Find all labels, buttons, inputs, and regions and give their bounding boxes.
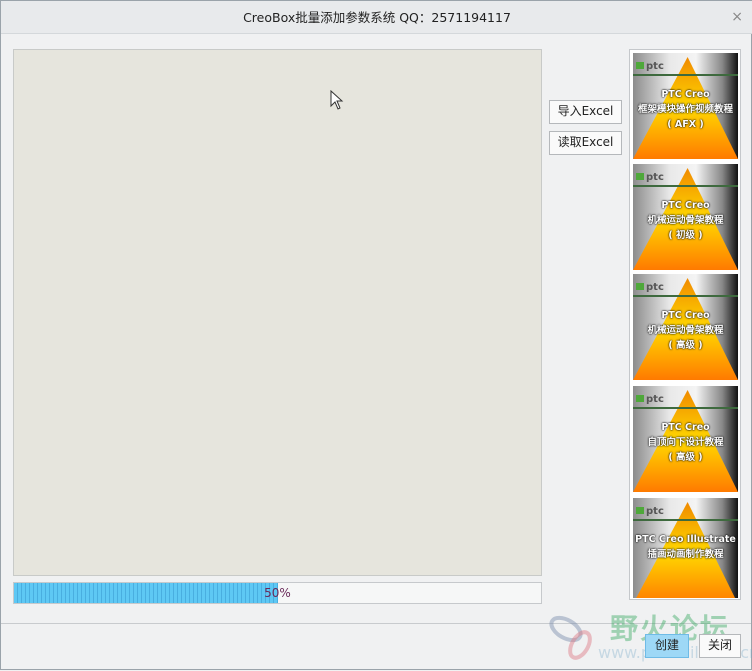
mouse-cursor-icon xyxy=(330,90,344,110)
ptc-logo: ptc xyxy=(636,172,664,183)
title-bar: CreoBox批量添加参数系统 QQ：2571194117 × xyxy=(1,1,752,34)
banner-line1: PTC Creo xyxy=(661,310,710,321)
tutorial-banner[interactable]: ptc PTC Creo 框架模块操作视频教程 ( AFX ) xyxy=(633,53,738,159)
import-excel-button[interactable]: 导入Excel xyxy=(549,100,622,124)
banner-line1: PTC Creo xyxy=(661,200,710,211)
read-excel-button[interactable]: 读取Excel xyxy=(549,131,622,155)
window-title: CreoBox批量添加参数系统 QQ：2571194117 xyxy=(243,10,511,25)
close-icon[interactable]: × xyxy=(731,1,743,34)
banner-line3: ( 初级 ) xyxy=(668,230,703,241)
tutorial-banner[interactable]: ptc PTC Creo 自顶向下设计教程 ( 高级 ) xyxy=(633,386,738,492)
tutorial-banner[interactable]: ptc PTC Creo 机械运动骨架教程 ( 初级 ) xyxy=(633,164,738,270)
ptc-logo: ptc xyxy=(636,282,664,293)
banner-line2: 机械运动骨架教程 xyxy=(647,215,724,226)
banner-line3: ( AFX ) xyxy=(667,119,704,130)
butterfly-logo-icon xyxy=(549,615,592,660)
progress-label: 50% xyxy=(264,586,291,600)
create-button[interactable]: 创建 xyxy=(645,634,689,658)
footer-divider xyxy=(1,623,751,624)
progress-bar: 50% xyxy=(13,582,542,604)
banner-line1: PTC Creo Illustrate xyxy=(635,534,736,545)
banner-line3: ( 高级 ) xyxy=(668,452,703,463)
tutorial-banner-list: ptc PTC Creo 框架模块操作视频教程 ( AFX ) ptc PTC … xyxy=(629,49,741,600)
tutorial-banner[interactable]: ptc PTC Creo Illustrate 插画动画制作教程 xyxy=(633,498,738,598)
tutorial-banner[interactable]: ptc PTC Creo 机械运动骨架教程 ( 高级 ) xyxy=(633,274,738,380)
ptc-logo: ptc xyxy=(636,394,664,405)
banner-line2: 插画动画制作教程 xyxy=(647,549,724,560)
banner-line1: PTC Creo xyxy=(661,422,710,433)
content-panel xyxy=(13,49,542,576)
ptc-logo: ptc xyxy=(636,506,664,517)
banner-line2: 框架模块操作视频教程 xyxy=(637,104,733,115)
banner-line2: 机械运动骨架教程 xyxy=(647,325,724,336)
close-button[interactable]: 关闭 xyxy=(699,634,741,658)
banner-line1: PTC Creo xyxy=(661,89,710,100)
banner-line3: ( 高级 ) xyxy=(668,340,703,351)
banner-line2: 自顶向下设计教程 xyxy=(647,437,724,448)
ptc-logo: ptc xyxy=(636,61,664,72)
